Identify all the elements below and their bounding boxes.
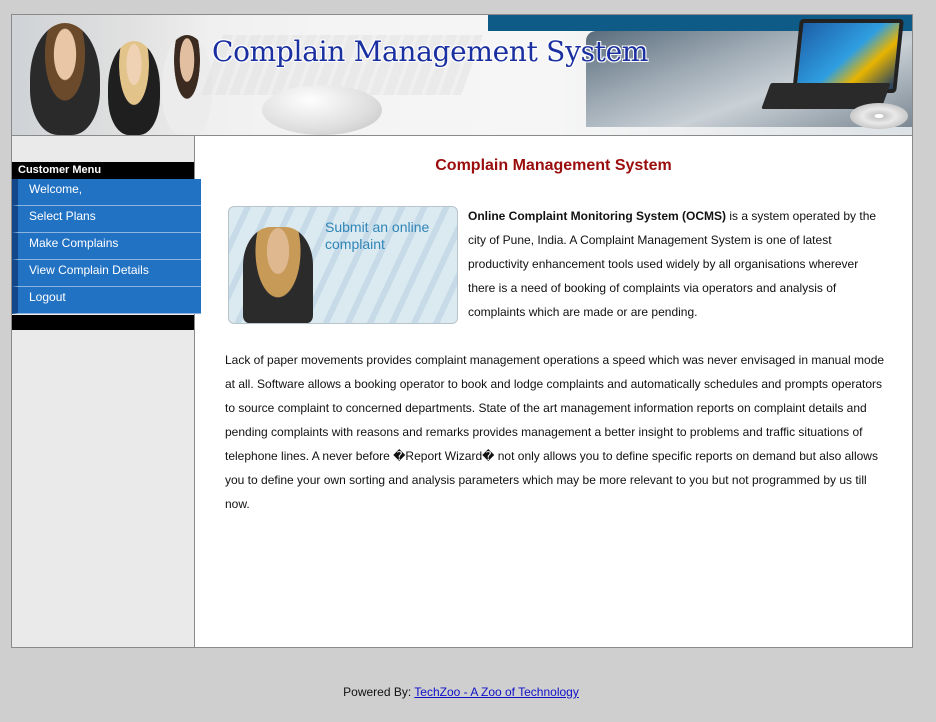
techzoo-link[interactable]: TechZoo - A Zoo of Technology — [414, 685, 579, 699]
customer-menu-heading: Customer Menu — [12, 162, 194, 179]
menu-item-select-plans[interactable]: Select Plans — [12, 206, 201, 233]
main-content: Complain Management System Submit an onl… — [195, 136, 912, 647]
page-title: Complain Management System — [435, 157, 672, 174]
intro-text: is a system operated by the city of Pune… — [468, 209, 877, 319]
cd-graphic — [850, 103, 908, 129]
customer-menu: Welcome, Select Plans Make Complains Vie… — [12, 179, 202, 314]
menu-item-make-complains[interactable]: Make Complains — [12, 233, 201, 260]
promo-image-text: Submit an online complaint — [325, 219, 430, 252]
banner-title: Complain Management System — [212, 35, 649, 68]
page-frame: Complain Management System Customer Menu… — [11, 14, 913, 648]
intro-paragraph: Online Complaint Monitoring System (OCMS… — [468, 204, 888, 324]
powered-by-label: Powered By: — [343, 685, 415, 699]
laptop-screen-graphic — [792, 19, 904, 93]
ocms-name: Online Complaint Monitoring System (OCMS… — [468, 209, 726, 223]
menu-item-logout[interactable]: Logout — [12, 287, 201, 314]
woman-photo — [243, 227, 313, 323]
footer: Powered By: TechZoo - A Zoo of Technolog… — [0, 685, 922, 699]
sidebar: Customer Menu Welcome, Select Plans Make… — [12, 136, 201, 647]
mouse-graphic — [262, 85, 382, 135]
menu-item-view-complain-details[interactable]: View Complain Details — [12, 260, 201, 287]
header-banner: Complain Management System — [12, 15, 912, 136]
menu-item-welcome[interactable]: Welcome, — [12, 179, 201, 206]
call-center-photo — [12, 15, 212, 135]
body-paragraph: Lack of paper movements provides complai… — [225, 353, 885, 511]
menu-footer-bar — [12, 315, 194, 330]
submit-complaint-image: Submit an online complaint — [228, 206, 458, 324]
